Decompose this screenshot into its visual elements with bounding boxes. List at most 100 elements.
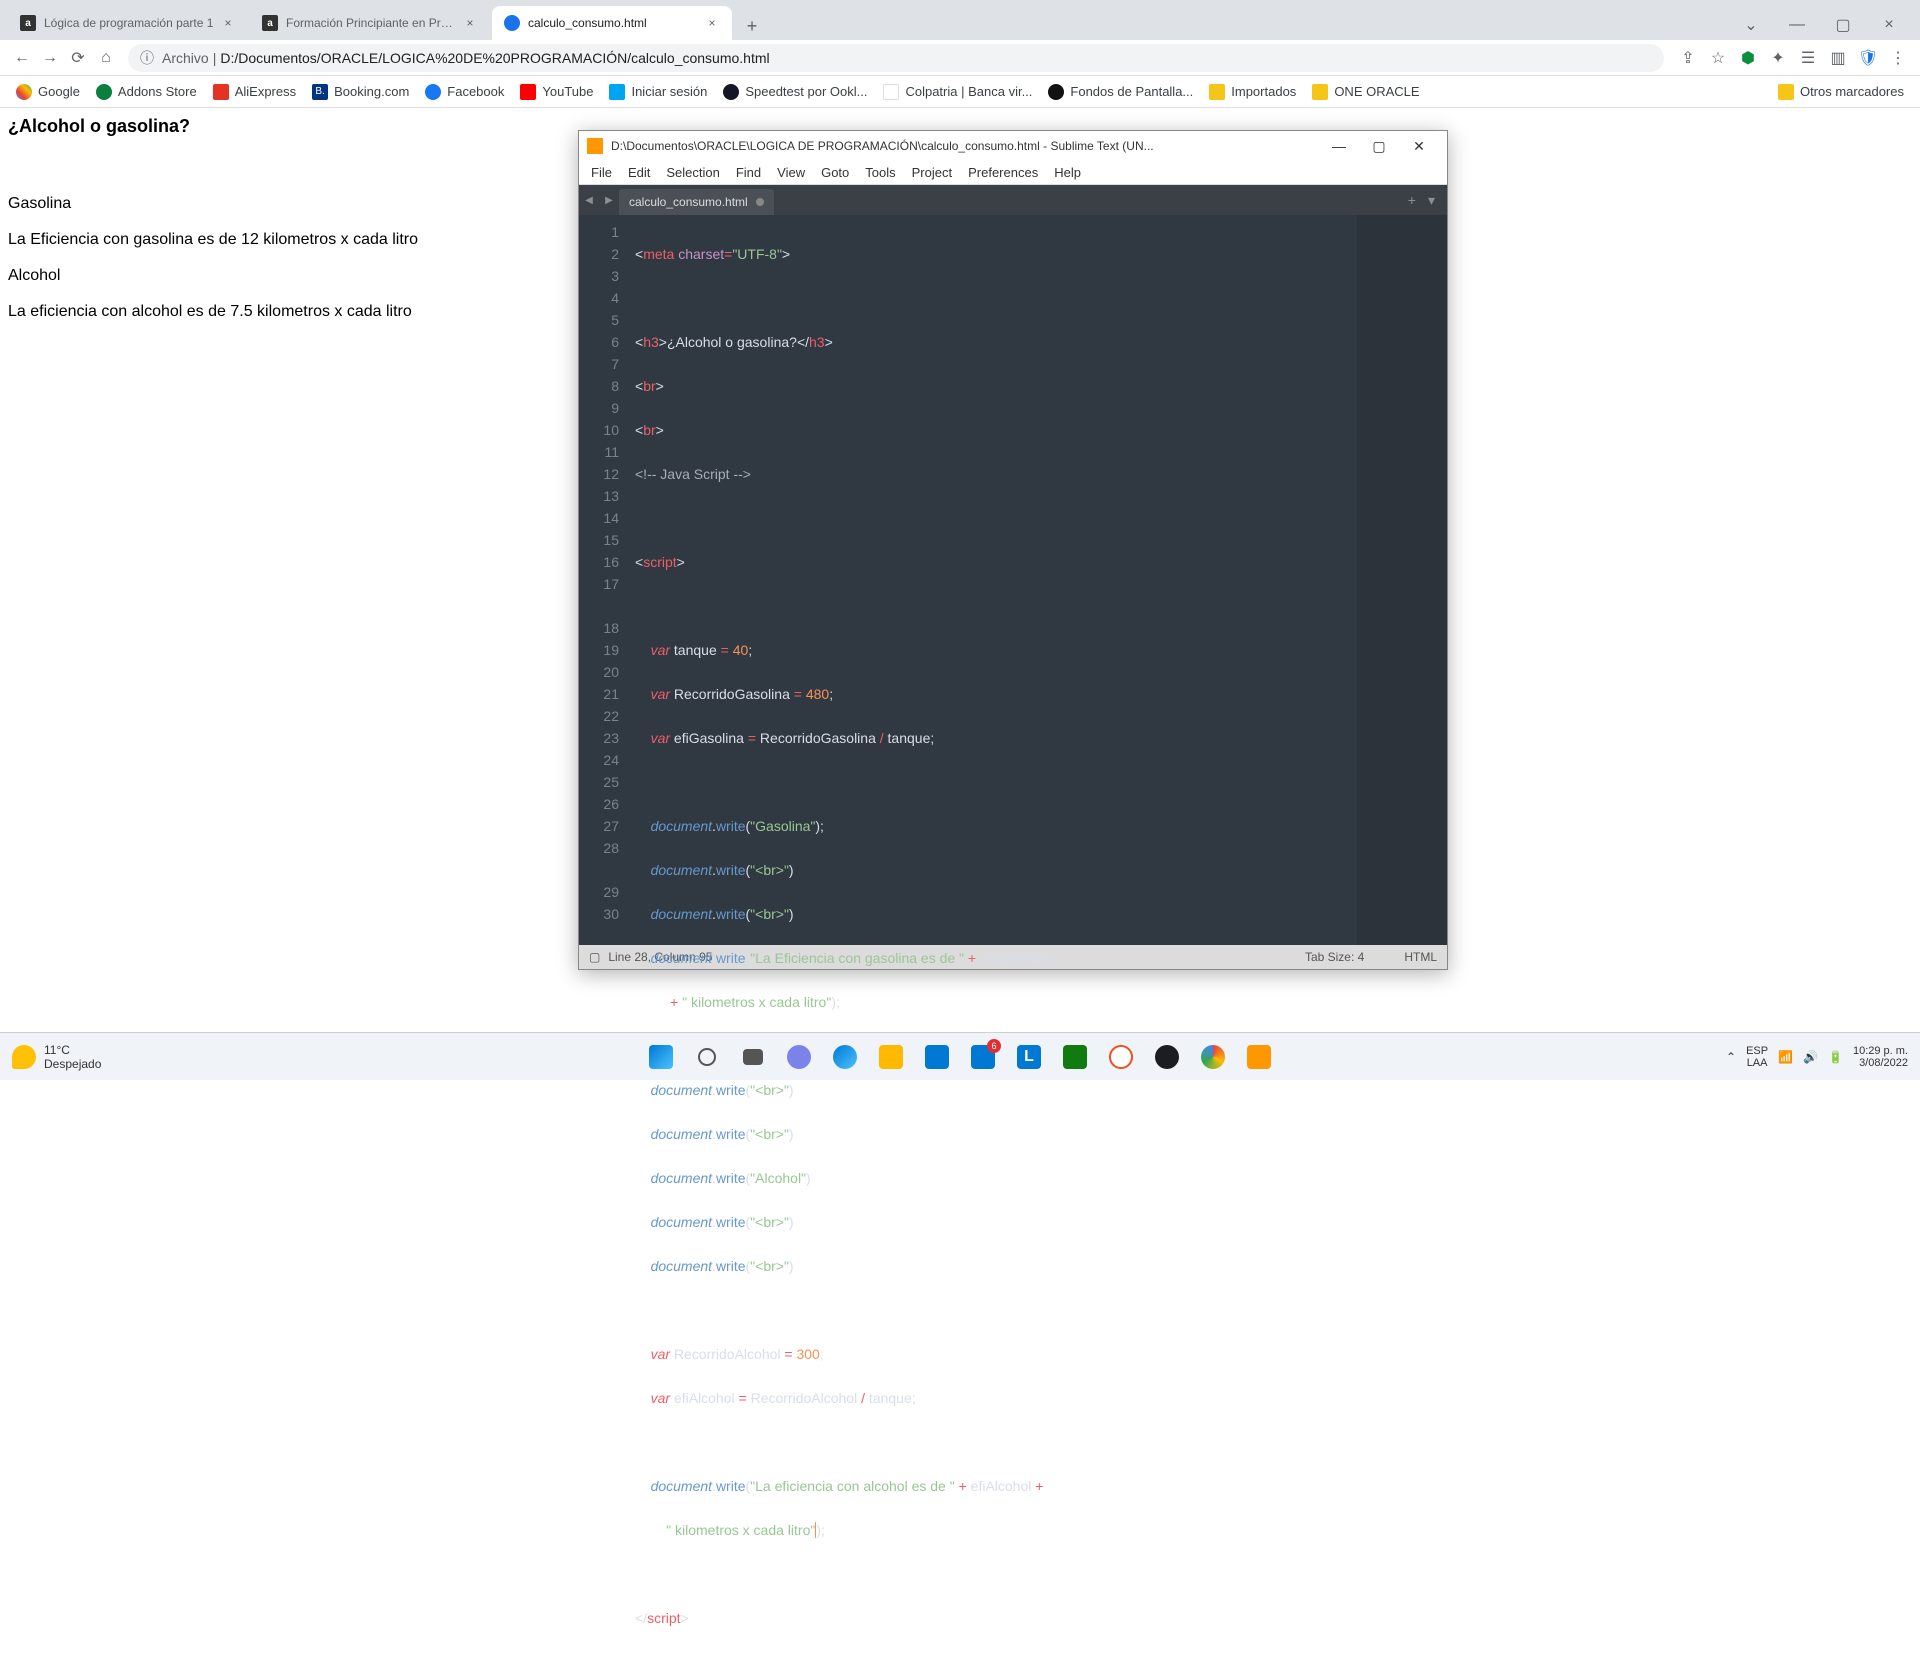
sublime-titlebar[interactable]: D:\Documentos\ORACLE\LOGICA DE PROGRAMAC… <box>579 131 1447 161</box>
menu-selection[interactable]: Selection <box>658 163 727 182</box>
maximize-icon[interactable]: ▢ <box>1359 138 1399 155</box>
home-button[interactable]: ⌂ <box>92 44 120 72</box>
menu-preferences[interactable]: Preferences <box>960 163 1046 182</box>
menu-icon[interactable]: ⋮ <box>1884 44 1912 72</box>
bookmark-one-oracle[interactable]: ONE ORACLE <box>1304 80 1427 104</box>
taskbar-app[interactable]: 6 <box>963 1037 1003 1077</box>
reading-list-icon[interactable]: ☰ <box>1794 44 1822 72</box>
reload-button[interactable]: ⟳ <box>64 44 92 72</box>
address-bar[interactable]: ⓘ Archivo | D:/Documentos/ORACLE/LOGICA%… <box>128 44 1664 72</box>
favicon: a <box>20 15 36 31</box>
share-icon[interactable]: ⇪ <box>1674 44 1702 72</box>
minimize-icon[interactable]: — <box>1319 138 1359 154</box>
menu-project[interactable]: Project <box>904 163 960 182</box>
tab-prev-icon[interactable]: ◀ <box>579 195 599 206</box>
search-button[interactable] <box>687 1037 727 1077</box>
folder-icon <box>1312 84 1328 100</box>
tab-next-icon[interactable]: ▶ <box>599 195 619 206</box>
shield-icon[interactable]: ⬢ <box>1734 44 1762 72</box>
weather-condition: Despejado <box>44 1057 101 1071</box>
menu-help[interactable]: Help <box>1046 163 1089 182</box>
bookmark-booking[interactable]: B.Booking.com <box>304 80 417 104</box>
start-button[interactable] <box>641 1037 681 1077</box>
taskbar-app[interactable] <box>871 1037 911 1077</box>
bookmark-importados[interactable]: Importados <box>1201 80 1304 104</box>
google-icon <box>16 84 32 100</box>
window-close-icon[interactable]: × <box>1866 10 1912 40</box>
bookmark-speedtest[interactable]: Speedtest por Ookl... <box>715 80 875 104</box>
window-dropdown-icon[interactable]: ⌄ <box>1728 10 1774 40</box>
code-area[interactable]: <meta charset="UTF-8"> <h3>¿Alcohol o ga… <box>629 215 1357 945</box>
info-icon: ⓘ <box>140 48 154 68</box>
tab-dropdown-icon[interactable]: ▾ <box>1422 192 1441 209</box>
minimap[interactable] <box>1357 215 1447 945</box>
bookmark-facebook[interactable]: Facebook <box>417 80 512 104</box>
taskbar-app[interactable]: L <box>1009 1037 1049 1077</box>
close-icon[interactable]: × <box>220 15 236 31</box>
menu-edit[interactable]: Edit <box>620 163 658 182</box>
weather-widget[interactable]: 11°C Despejado <box>12 1043 101 1071</box>
browser-tab-active[interactable]: calculo_consumo.html × <box>492 6 732 40</box>
menu-view[interactable]: View <box>769 163 813 182</box>
moon-icon <box>12 1045 36 1069</box>
back-button[interactable]: ← <box>8 44 36 72</box>
close-icon[interactable]: × <box>462 15 478 31</box>
brave-icon <box>1109 1045 1133 1069</box>
taskbar-app[interactable] <box>917 1037 957 1077</box>
menu-file[interactable]: File <box>583 163 620 182</box>
taskbar-app[interactable] <box>1147 1037 1187 1077</box>
sublime-menubar: File Edit Selection Find View Goto Tools… <box>579 161 1447 185</box>
editor-tab[interactable]: calculo_consumo.html <box>619 189 774 215</box>
taskbar-app[interactable] <box>825 1037 865 1077</box>
task-view-button[interactable] <box>733 1037 773 1077</box>
wallpaper-icon <box>1048 84 1064 100</box>
browser-tab[interactable]: a Formación Principiante en Progra × <box>250 6 490 40</box>
close-icon[interactable]: × <box>704 15 720 31</box>
menu-goto[interactable]: Goto <box>813 163 857 182</box>
status-syntax[interactable]: HTML <box>1404 950 1437 964</box>
bookmark-addons[interactable]: Addons Store <box>88 80 205 104</box>
clock[interactable]: 10:29 p. m. 3/08/2022 <box>1853 1045 1908 1069</box>
menu-find[interactable]: Find <box>728 163 769 182</box>
taskbar-app[interactable] <box>1055 1037 1095 1077</box>
security-icon[interactable]: 🛡 <box>1854 44 1882 72</box>
folder-icon <box>1209 84 1225 100</box>
bookmark-iniciar-sesion[interactable]: Iniciar sesión <box>601 80 715 104</box>
unsaved-dot-icon <box>756 198 764 206</box>
bookmark-colpatria[interactable]: Colpatria | Banca vir... <box>875 80 1040 104</box>
taskbar-center: 6 L <box>641 1037 1279 1077</box>
taskbar-app[interactable] <box>779 1037 819 1077</box>
taskbar-app[interactable] <box>1193 1037 1233 1077</box>
volume-icon[interactable]: 🔊 <box>1803 1050 1818 1064</box>
bookmark-fondos[interactable]: Fondos de Pantalla... <box>1040 80 1201 104</box>
windows-taskbar: 11°C Despejado 6 L ⌃ ESP LAA 📶 🔊 🔋 10:29… <box>0 1032 1920 1080</box>
browser-tab[interactable]: a Lógica de programación parte 1 × <box>8 6 248 40</box>
tray-expand-icon[interactable]: ⌃ <box>1726 1050 1736 1064</box>
close-icon[interactable]: ✕ <box>1399 138 1439 155</box>
star-icon[interactable]: ☆ <box>1704 44 1732 72</box>
bookmark-aliexpress[interactable]: AliExpress <box>205 80 304 104</box>
maximize-icon[interactable]: ▢ <box>1820 10 1866 40</box>
language-indicator[interactable]: ESP LAA <box>1746 1045 1768 1069</box>
sublime-title: D:\Documentos\ORACLE\LOGICA DE PROGRAMAC… <box>611 139 1319 153</box>
tab-title: Formación Principiante en Progra <box>286 16 456 30</box>
taskbar-app[interactable] <box>1101 1037 1141 1077</box>
taskbar-app[interactable] <box>1239 1037 1279 1077</box>
wifi-icon[interactable]: 📶 <box>1778 1050 1793 1064</box>
minimize-icon[interactable]: — <box>1774 10 1820 40</box>
colpatria-icon <box>883 84 899 100</box>
battery-icon[interactable]: 🔋 <box>1828 1050 1843 1064</box>
extensions-icon[interactable]: ✦ <box>1764 44 1792 72</box>
search-icon <box>698 1048 716 1066</box>
new-tab-button[interactable]: + <box>738 12 766 40</box>
bookmark-youtube[interactable]: YouTube <box>512 80 601 104</box>
menu-tools[interactable]: Tools <box>857 163 903 182</box>
panel-switcher-icon[interactable]: ▢ <box>589 950 600 964</box>
sidepanel-icon[interactable]: ▥ <box>1824 44 1852 72</box>
tab-title: calculo_consumo.html <box>528 16 698 30</box>
bookmarks-overflow[interactable]: Otros marcadores <box>1770 80 1912 104</box>
forward-button[interactable]: → <box>36 44 64 72</box>
new-tab-icon[interactable]: + <box>1402 192 1422 209</box>
bookmark-google[interactable]: Google <box>8 80 88 104</box>
weather-temp: 11°C <box>44 1043 101 1057</box>
